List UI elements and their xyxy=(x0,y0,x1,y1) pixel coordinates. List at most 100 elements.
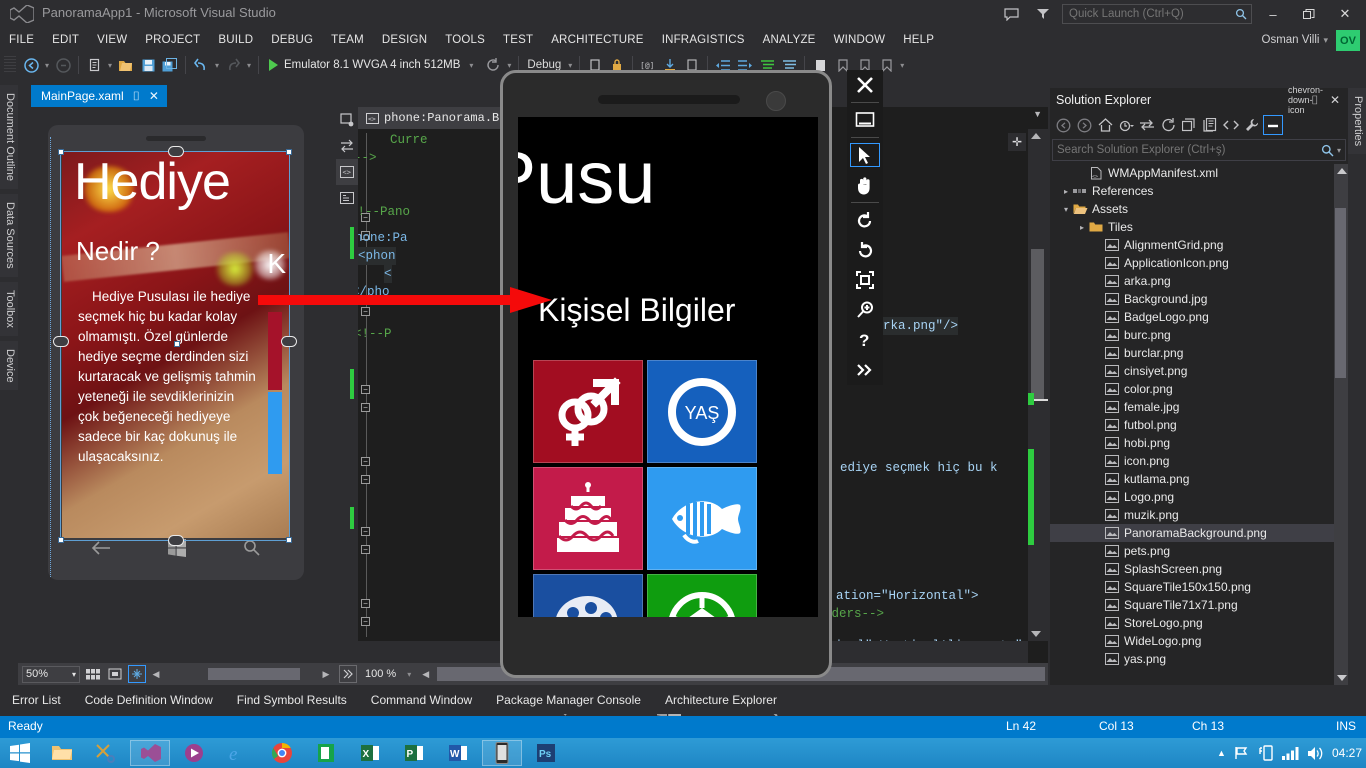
refresh-icon[interactable] xyxy=(482,54,504,76)
scroll-thumb[interactable] xyxy=(208,668,300,680)
taskbar-item-internet-explorer[interactable]: e xyxy=(218,740,258,766)
solution-tree-item[interactable]: SquareTile150x150.png xyxy=(1050,578,1334,596)
restore-window-button[interactable] xyxy=(1294,1,1324,27)
redo-icon[interactable] xyxy=(222,54,244,76)
solution-tree-item[interactable]: hobi.png xyxy=(1050,434,1334,452)
splitter-handle[interactable]: ✛ xyxy=(1008,133,1026,151)
sync-icon[interactable] xyxy=(1137,115,1157,135)
chevron-down-icon[interactable]: ▾ xyxy=(42,61,52,70)
solution-tree[interactable]: <> WMAppManifest.xml ▸ References ▾ Assets ▸ Ti… xyxy=(1050,164,1334,671)
xaml-view-icon[interactable]: <> xyxy=(336,159,358,185)
dock-tab-device[interactable]: Device xyxy=(0,340,18,391)
close-icon[interactable]: ✕ xyxy=(1328,93,1342,107)
start-debugging-button[interactable]: Emulator 8.1 WVGA 4 inch 512MB ▾ xyxy=(263,59,482,71)
preview-selected-items-icon[interactable] xyxy=(1263,115,1283,135)
pets-tile[interactable] xyxy=(647,467,757,570)
solution-tree-item[interactable]: StoreLogo.png xyxy=(1050,614,1334,632)
tab-mainpage-xaml[interactable]: MainPage.xaml ⌷ ✕ xyxy=(31,85,167,107)
show-all-files-icon[interactable] xyxy=(1200,115,1220,135)
margin-grip-left[interactable] xyxy=(53,336,69,347)
avatar[interactable]: OV xyxy=(1336,30,1360,51)
margin-grip-top[interactable] xyxy=(168,146,184,157)
bottom-tab-package-manager-console[interactable]: Package Manager Console xyxy=(484,686,653,714)
taskbar-item-google-chrome[interactable] xyxy=(262,740,302,766)
bottom-tab-find-symbol-results[interactable]: Find Symbol Results xyxy=(225,686,359,714)
expand-icon[interactable] xyxy=(339,665,357,683)
bottom-tab-architecture-explorer[interactable]: Architecture Explorer xyxy=(653,686,789,714)
bottom-tab-code-definition-window[interactable]: Code Definition Window xyxy=(73,686,225,714)
search-options-caret[interactable]: ▾ xyxy=(1337,146,1341,155)
solution-tree-item[interactable]: color.png xyxy=(1050,380,1334,398)
solution-tree-item[interactable]: arka.png xyxy=(1050,272,1334,290)
resize-handle-top-right[interactable] xyxy=(286,149,292,155)
tree-expander[interactable]: ▸ xyxy=(1076,223,1088,232)
menu-item-debug[interactable]: DEBUG xyxy=(262,28,322,52)
chevron-down-icon[interactable]: ▾ xyxy=(565,61,575,70)
resize-handle-bottom-right[interactable] xyxy=(286,537,292,543)
rotate-left-icon[interactable] xyxy=(847,205,883,235)
taskbar-item-excel[interactable]: X xyxy=(350,740,390,766)
menu-item-tools[interactable]: TOOLS xyxy=(436,28,494,52)
solution-tree-item[interactable]: cinsiyet.png xyxy=(1050,362,1334,380)
solution-tree-item[interactable]: BadgeLogo.png xyxy=(1050,308,1334,326)
solution-tree-item[interactable]: Background.jpg xyxy=(1050,290,1334,308)
menu-item-infragistics[interactable]: INFRAGISTICS xyxy=(653,28,754,52)
chevron-down-icon[interactable]: ▾ xyxy=(466,61,476,70)
solution-tree-item[interactable]: Logo.png xyxy=(1050,488,1334,506)
designer-horizontal-scrollbar[interactable]: ◀ ▶ xyxy=(150,667,332,681)
menu-item-view[interactable]: VIEW xyxy=(88,28,136,52)
solution-tree-item[interactable]: PanoramaBackground.png xyxy=(1050,524,1334,542)
solution-tree-item[interactable]: icon.png xyxy=(1050,452,1334,470)
dock-tab-toolbox[interactable]: Toolbox xyxy=(0,281,18,336)
selection-center-handle[interactable] xyxy=(174,341,180,347)
editor-vertical-scrollbar[interactable] xyxy=(1028,129,1048,641)
show-hidden-icons[interactable]: ▲ xyxy=(1217,748,1226,758)
solution-tree-item[interactable]: AlignmentGrid.png xyxy=(1050,236,1334,254)
kutlama-tile[interactable] xyxy=(533,467,643,570)
quick-launch-input[interactable] xyxy=(1069,8,1235,20)
feedback-icon[interactable] xyxy=(998,3,1024,25)
tree-expander[interactable]: ▸ xyxy=(1060,187,1072,196)
scroll-down-arrow[interactable] xyxy=(1337,675,1347,681)
solution-tree-item[interactable]: ▸Resources xyxy=(1050,668,1334,671)
emulator-screen[interactable]: ye Pusu Kişisel Bilgiler YAŞ xyxy=(518,117,818,617)
swap-panes-icon[interactable] xyxy=(336,133,358,159)
solution-tree-item[interactable]: female.jpg xyxy=(1050,398,1334,416)
flag-icon[interactable] xyxy=(1234,746,1250,760)
editor-zoom-value[interactable]: 100 % xyxy=(361,668,400,680)
windows-phone-emulator[interactable]: ye Pusu Kişisel Bilgiler YAŞ xyxy=(500,70,832,719)
document-outline-icon[interactable] xyxy=(336,185,358,211)
solution-tree-item[interactable]: <> WMAppManifest.xml xyxy=(1050,164,1334,182)
close-window-button[interactable]: ✕ xyxy=(1330,1,1360,27)
open-file-icon[interactable] xyxy=(115,54,137,76)
margin-grip-bottom[interactable] xyxy=(168,535,184,546)
search-icon[interactable] xyxy=(1321,144,1334,157)
new-item-icon[interactable] xyxy=(83,54,105,76)
solution-tree-item[interactable]: SquareTile71x71.png xyxy=(1050,596,1334,614)
solution-tree-item[interactable]: yas.png xyxy=(1050,650,1334,668)
refresh-icon[interactable] xyxy=(1158,115,1178,135)
solution-tree-item[interactable]: ▸ Tiles xyxy=(1050,218,1334,236)
navigate-back-icon[interactable] xyxy=(20,54,42,76)
grid-icon[interactable] xyxy=(84,665,102,683)
solution-tree-item[interactable]: muzik.png xyxy=(1050,506,1334,524)
solution-tree-item[interactable]: pets.png xyxy=(1050,542,1334,560)
menu-item-design[interactable]: DESIGN xyxy=(373,28,436,52)
yas-tile[interactable]: YAŞ xyxy=(647,360,757,463)
chevron-down-icon[interactable]: ▾ xyxy=(244,61,254,70)
menu-item-project[interactable]: PROJECT xyxy=(136,28,209,52)
dock-tab-data-sources[interactable]: Data Sources xyxy=(0,194,18,277)
solution-tree-item[interactable]: futbol.png xyxy=(1050,416,1334,434)
zoom-icon[interactable] xyxy=(847,295,883,325)
scroll-thumb[interactable] xyxy=(1335,208,1346,378)
scroll-left-arrow[interactable]: ◀ xyxy=(422,669,429,680)
scroll-right-arrow[interactable]: ▶ xyxy=(320,669,332,680)
bottom-tab-command-window[interactable]: Command Window xyxy=(359,686,484,714)
taskbar-item-visual-studio[interactable] xyxy=(130,740,170,766)
filter-icon[interactable] xyxy=(1030,3,1056,25)
phone-sync-icon[interactable] xyxy=(1258,745,1274,761)
rotate-right-icon[interactable] xyxy=(847,235,883,265)
taskbar-item-file-explorer[interactable] xyxy=(42,740,82,766)
solution-tree-item[interactable]: ▸ References xyxy=(1050,182,1334,200)
solution-tree-item[interactable]: burclar.png xyxy=(1050,344,1334,362)
